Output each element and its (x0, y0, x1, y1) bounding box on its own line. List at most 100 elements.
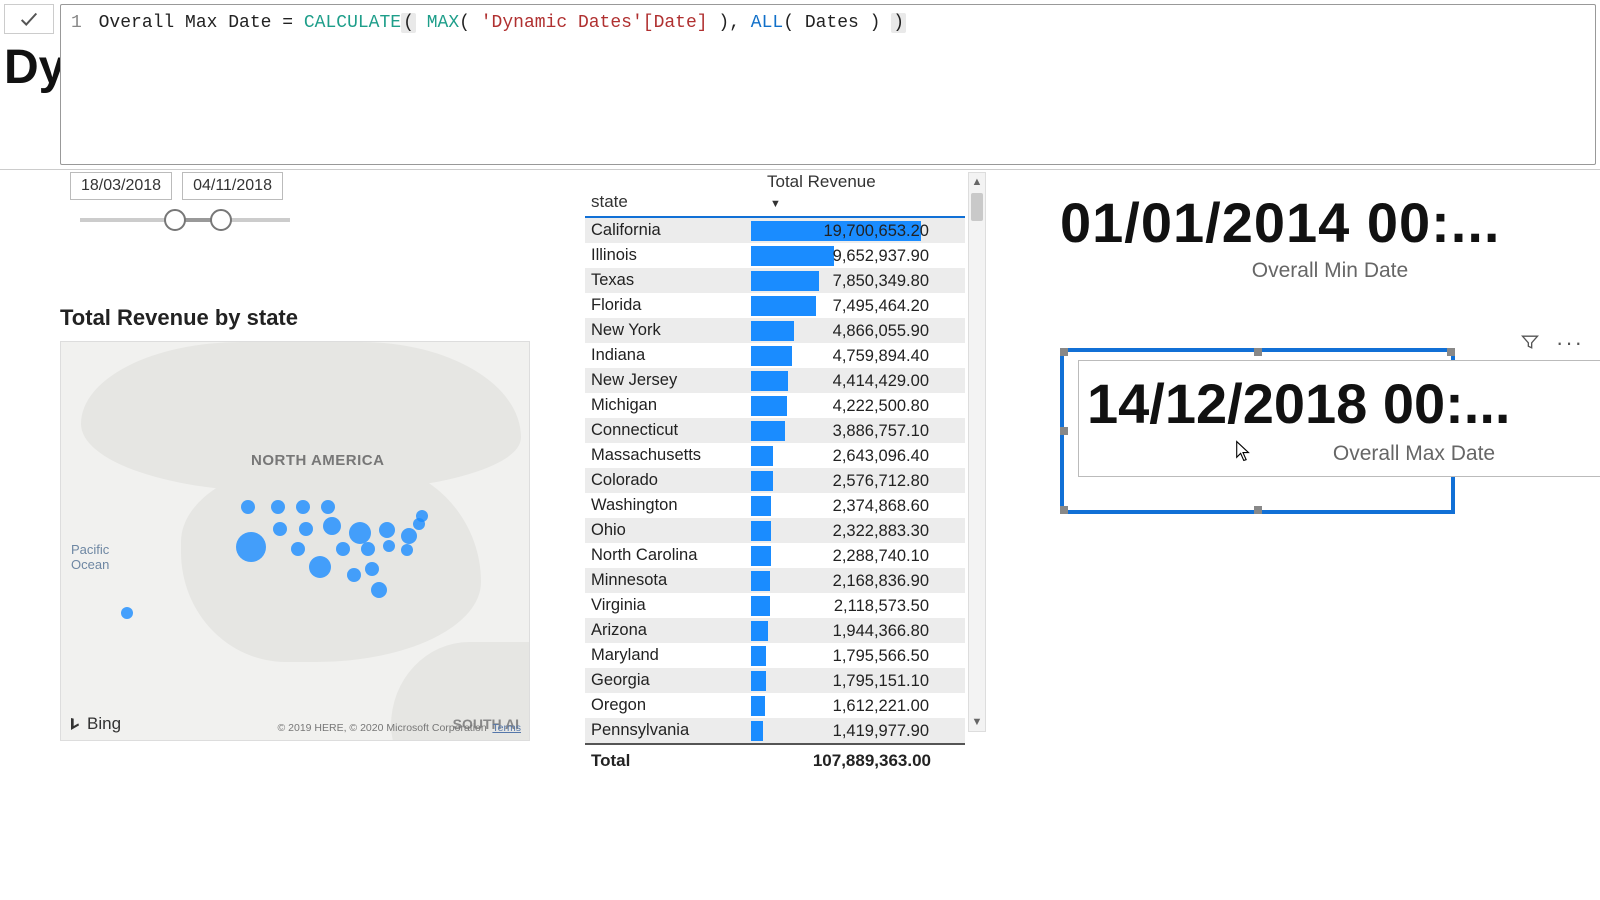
map-bubble[interactable] (299, 522, 313, 536)
map-bubble[interactable] (371, 582, 387, 598)
card-max-date-selected[interactable]: 14/12/2018 00:... Overall Max Date (1060, 348, 1600, 508)
cell-revenue: 4,759,894.40 (751, 345, 931, 367)
resize-handle[interactable] (1060, 506, 1068, 514)
commit-formula-button[interactable] (4, 4, 54, 34)
map-terms-link[interactable]: Terms (492, 722, 521, 734)
slicer-thumb-end[interactable] (210, 209, 232, 231)
table-scrollbar[interactable]: ▲ ▼ (968, 172, 986, 732)
scroll-up-icon[interactable]: ▲ (969, 173, 985, 191)
data-bar (751, 321, 794, 341)
slicer-end-date[interactable]: 04/11/2018 (182, 172, 283, 200)
resize-handle[interactable] (1447, 348, 1455, 356)
data-bar (751, 596, 770, 616)
table-row[interactable]: Indiana 4,759,894.40 (585, 343, 965, 368)
revenue-table-visual[interactable]: state Total Revenue ▼ California19,700,6… (585, 172, 965, 732)
table-row[interactable]: Connecticut3,886,757.10 (585, 418, 965, 443)
map-bubble[interactable] (379, 522, 395, 538)
table-row[interactable]: Massachusetts2,643,096.40 (585, 443, 965, 468)
slicer-track[interactable] (80, 218, 290, 222)
data-bar (751, 721, 763, 741)
scroll-down-icon[interactable]: ▼ (969, 713, 985, 731)
map-bubble[interactable] (383, 540, 395, 552)
cell-revenue: 3,886,757.10 (751, 420, 931, 442)
map-bubble[interactable] (273, 522, 287, 536)
cell-state: Minnesota (591, 571, 751, 590)
map-bubble[interactable] (416, 510, 428, 522)
map-bubble[interactable] (236, 532, 266, 562)
dax-formula-editor[interactable]: 1 Overall Max Date = CALCULATE( MAX( 'Dy… (60, 4, 1596, 165)
card-max-label: Overall Max Date (1087, 442, 1600, 466)
map-bubble[interactable] (296, 500, 310, 514)
table-row[interactable]: California19,700,653.20 (585, 218, 965, 243)
table-row[interactable]: Virginia2,118,573.50 (585, 593, 965, 618)
cell-revenue-value: 9,652,937.90 (833, 246, 929, 266)
table-row[interactable]: New Jersey4,414,429.00 (585, 368, 965, 393)
resize-handle[interactable] (1254, 348, 1262, 356)
map-bubble[interactable] (336, 542, 350, 556)
column-header-revenue[interactable]: Total Revenue ▼ (761, 172, 941, 212)
map-bubble[interactable] (309, 556, 331, 578)
scroll-thumb[interactable] (971, 193, 983, 221)
resize-handle[interactable] (1060, 427, 1068, 435)
map-bubble[interactable] (361, 542, 375, 556)
table-header: state Total Revenue ▼ (585, 172, 965, 218)
card-min-date[interactable]: 01/01/2014 00:... Overall Min Date (1060, 190, 1600, 283)
map-bubble[interactable] (323, 517, 341, 535)
cell-revenue-value: 1,944,366.80 (833, 621, 929, 641)
data-bar (751, 246, 834, 266)
map-bubble[interactable] (271, 500, 285, 514)
cell-state: Arizona (591, 621, 751, 640)
data-bar (751, 496, 771, 516)
table-row[interactable]: Minnesota2,168,836.90 (585, 568, 965, 593)
date-range-slicer[interactable]: 18/03/2018 04/11/2018 (70, 172, 340, 222)
table-row[interactable]: Illinois9,652,937.90 (585, 243, 965, 268)
cell-revenue-value: 7,850,349.80 (833, 271, 929, 291)
table-row[interactable]: Georgia1,795,151.10 (585, 668, 965, 693)
resize-handle[interactable] (1254, 506, 1262, 514)
column-header-state[interactable]: state (591, 192, 761, 212)
table-row[interactable]: Maryland1,795,566.50 (585, 643, 965, 668)
fn-max: MAX (427, 13, 459, 33)
bing-logo: Bing (67, 714, 121, 734)
cell-state: Connecticut (591, 421, 751, 440)
table-row[interactable]: Oregon1,612,221.00 (585, 693, 965, 718)
cell-revenue: 1,612,221.00 (751, 695, 931, 717)
table-row[interactable]: Pennsylvania1,419,977.90 (585, 718, 965, 743)
table-row[interactable]: Colorado2,576,712.80 (585, 468, 965, 493)
map-bubble[interactable] (349, 522, 371, 544)
map-bubble[interactable] (401, 544, 413, 556)
map-bubble[interactable] (241, 500, 255, 514)
data-bar (751, 446, 773, 466)
data-bar (751, 671, 766, 691)
table-row[interactable]: Florida7,495,464.20 (585, 293, 965, 318)
slicer-thumb-start[interactable] (164, 209, 186, 231)
map-bubble[interactable] (401, 528, 417, 544)
map-bubble[interactable] (291, 542, 305, 556)
map-bubble[interactable] (121, 607, 133, 619)
cell-state: Washington (591, 496, 751, 515)
map-attribution: © 2019 HERE, © 2020 Microsoft Corporatio… (278, 722, 522, 734)
table-row[interactable]: Michigan4,222,500.80 (585, 393, 965, 418)
resize-handle[interactable] (1060, 348, 1068, 356)
map-bubble[interactable] (321, 500, 335, 514)
slicer-start-date[interactable]: 18/03/2018 (70, 172, 172, 200)
data-bar (751, 646, 766, 666)
table-row[interactable]: Ohio2,322,883.30 (585, 518, 965, 543)
map-visual[interactable]: Total Revenue by state NORTH AMERICA SOU… (60, 305, 540, 741)
cell-state: Maryland (591, 646, 751, 665)
table-row[interactable]: Arizona 1,944,366.80 (585, 618, 965, 643)
table-row[interactable]: New York4,866,055.90 (585, 318, 965, 343)
table-row[interactable]: North Carolina2,288,740.10 (585, 543, 965, 568)
map-bubble[interactable] (347, 568, 361, 582)
map-bubble[interactable] (365, 562, 379, 576)
map-body[interactable]: NORTH AMERICA SOUTH AI PacificOcean Bing (60, 341, 530, 741)
card-min-label: Overall Min Date (1060, 259, 1600, 283)
cell-revenue-value: 4,759,894.40 (833, 346, 929, 366)
cell-revenue-value: 7,495,464.20 (833, 296, 929, 316)
table-row[interactable]: Washington2,374,868.60 (585, 493, 965, 518)
cell-revenue-value: 1,612,221.00 (833, 696, 929, 716)
cell-state: Indiana (591, 346, 751, 365)
cell-state: California (591, 221, 751, 240)
table-row[interactable]: Texas7,850,349.80 (585, 268, 965, 293)
data-bar (751, 696, 765, 716)
